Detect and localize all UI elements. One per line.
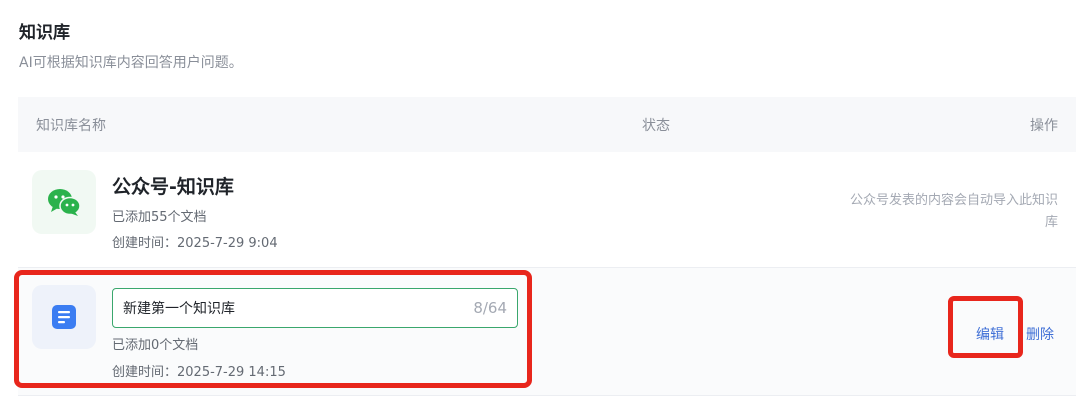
created-time: 创建时间：2025-7-29 9:04	[112, 236, 278, 251]
knowledge-base-name[interactable]: 公众号-知识库	[112, 172, 234, 199]
column-header-action: 操作	[1030, 118, 1058, 134]
column-header-status: 状态	[642, 118, 670, 134]
page-title: 知识库	[19, 23, 70, 43]
document-count: 已添加55个文档	[112, 210, 207, 225]
delete-button[interactable]: 删除	[1026, 324, 1054, 344]
table-header: 知识库名称 状态 操作	[18, 97, 1076, 152]
page-subtitle: AI可根据知识库内容回答用户问题。	[19, 55, 243, 71]
highlight-box-edit-button	[948, 296, 1023, 358]
auto-import-note: 公众号发表的内容会自动导入此知识库	[849, 193, 1058, 230]
column-header-name: 知识库名称	[36, 118, 106, 134]
wechat-icon	[32, 170, 96, 234]
table-row: 公众号-知识库 已添加55个文档 创建时间：2025-7-29 9:04 公众号…	[18, 152, 1076, 268]
highlight-box-new-knowledge-base	[14, 270, 532, 388]
